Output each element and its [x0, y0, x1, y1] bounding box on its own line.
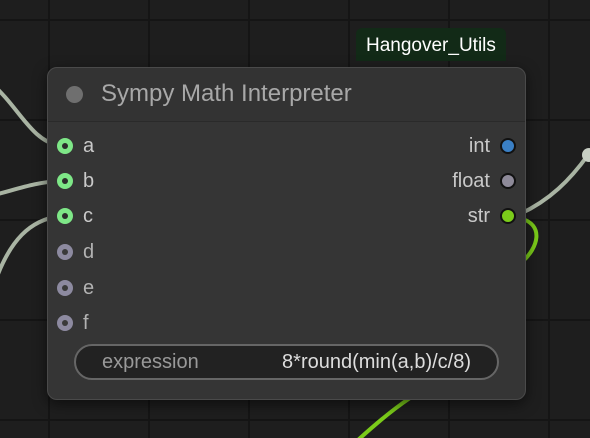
input-slot-a[interactable]: a	[57, 135, 94, 157]
output-slot-int[interactable]: int	[469, 135, 516, 157]
input-slot-e[interactable]: e	[57, 277, 94, 299]
output-socket-icon[interactable]	[500, 208, 516, 224]
input-label: a	[83, 134, 95, 157]
collapse-toggle-icon[interactable]	[66, 86, 83, 103]
input-socket-icon[interactable]	[57, 244, 73, 260]
input-label: f	[83, 311, 89, 334]
input-slot-d[interactable]: d	[57, 241, 94, 263]
group-title-badge[interactable]: Hangover_Utils	[356, 28, 506, 61]
output-socket-icon[interactable]	[500, 173, 516, 189]
input-slot-f[interactable]: f	[57, 312, 89, 334]
input-socket-icon[interactable]	[57, 173, 73, 189]
output-slot-float[interactable]: float	[452, 170, 516, 192]
input-socket-icon[interactable]	[57, 315, 73, 331]
input-socket-icon[interactable]	[57, 280, 73, 296]
expression-label: expression	[102, 350, 199, 373]
input-socket-icon[interactable]	[57, 138, 73, 154]
input-slot-b[interactable]: b	[57, 170, 94, 192]
wire-str-output-grey[interactable]	[519, 153, 590, 216]
expression-value[interactable]: 8*round(min(a,b)/c/8)	[282, 351, 471, 374]
input-socket-icon[interactable]	[57, 208, 73, 224]
output-slot-str[interactable]: str	[468, 205, 516, 227]
input-slot-c[interactable]: c	[57, 205, 93, 227]
output-label: float	[452, 169, 490, 192]
node-title: Sympy Math Interpreter	[101, 80, 352, 107]
wire-green-lower[interactable]	[357, 396, 412, 438]
output-socket-icon[interactable]	[500, 138, 516, 154]
input-label: c	[83, 204, 93, 227]
input-label: d	[83, 240, 95, 263]
input-label: e	[83, 276, 95, 299]
sympy-math-interpreter-node[interactable]: Sympy Math Interpreter a b c d e f int f…	[47, 67, 526, 400]
output-label: str	[467, 204, 490, 227]
node-title-bar[interactable]: Sympy Math Interpreter	[48, 68, 525, 122]
expression-input[interactable]: expression 8*round(min(a,b)/c/8)	[74, 344, 499, 380]
output-label: int	[468, 134, 490, 157]
input-label: b	[83, 169, 95, 192]
